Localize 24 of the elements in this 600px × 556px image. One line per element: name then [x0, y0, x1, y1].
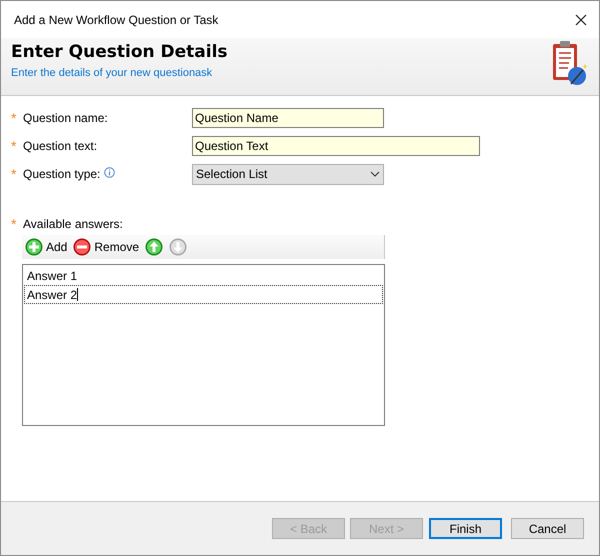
field-label: Question type:: [23, 166, 100, 183]
dropdown-field[interactable]: Selection List: [192, 164, 384, 184]
text-field[interactable]: Question Name: [192, 108, 384, 128]
add-button[interactable]: Add: [25, 238, 68, 256]
clipboard-icon: [551, 40, 589, 88]
window-title: Add a New Workflow Question or Task: [14, 12, 218, 28]
page-subtitle: Enter the details of your new questionask: [11, 66, 214, 81]
remove-button[interactable]: Remove: [73, 238, 140, 256]
move-up-button[interactable]: [145, 238, 164, 256]
field-label: Question text:: [23, 138, 98, 155]
field-label: Question name:: [23, 110, 108, 127]
answer-item[interactable]: Answer 2: [24, 285, 383, 304]
close-icon[interactable]: [575, 14, 587, 26]
required-marker: *: [11, 217, 18, 231]
required-marker: *: [11, 167, 18, 181]
page-title: Enter Question Details: [11, 41, 228, 63]
dialog-button[interactable]: Cancel: [511, 518, 584, 539]
answer-item[interactable]: Answer 1: [24, 266, 383, 285]
required-marker: *: [11, 111, 18, 125]
chevron-down-icon: [370, 171, 380, 177]
answers-label: Available answers:: [23, 216, 123, 233]
text-field[interactable]: Question Text: [192, 136, 480, 156]
required-marker: *: [11, 139, 18, 153]
dialog-button[interactable]: Finish: [429, 518, 502, 539]
